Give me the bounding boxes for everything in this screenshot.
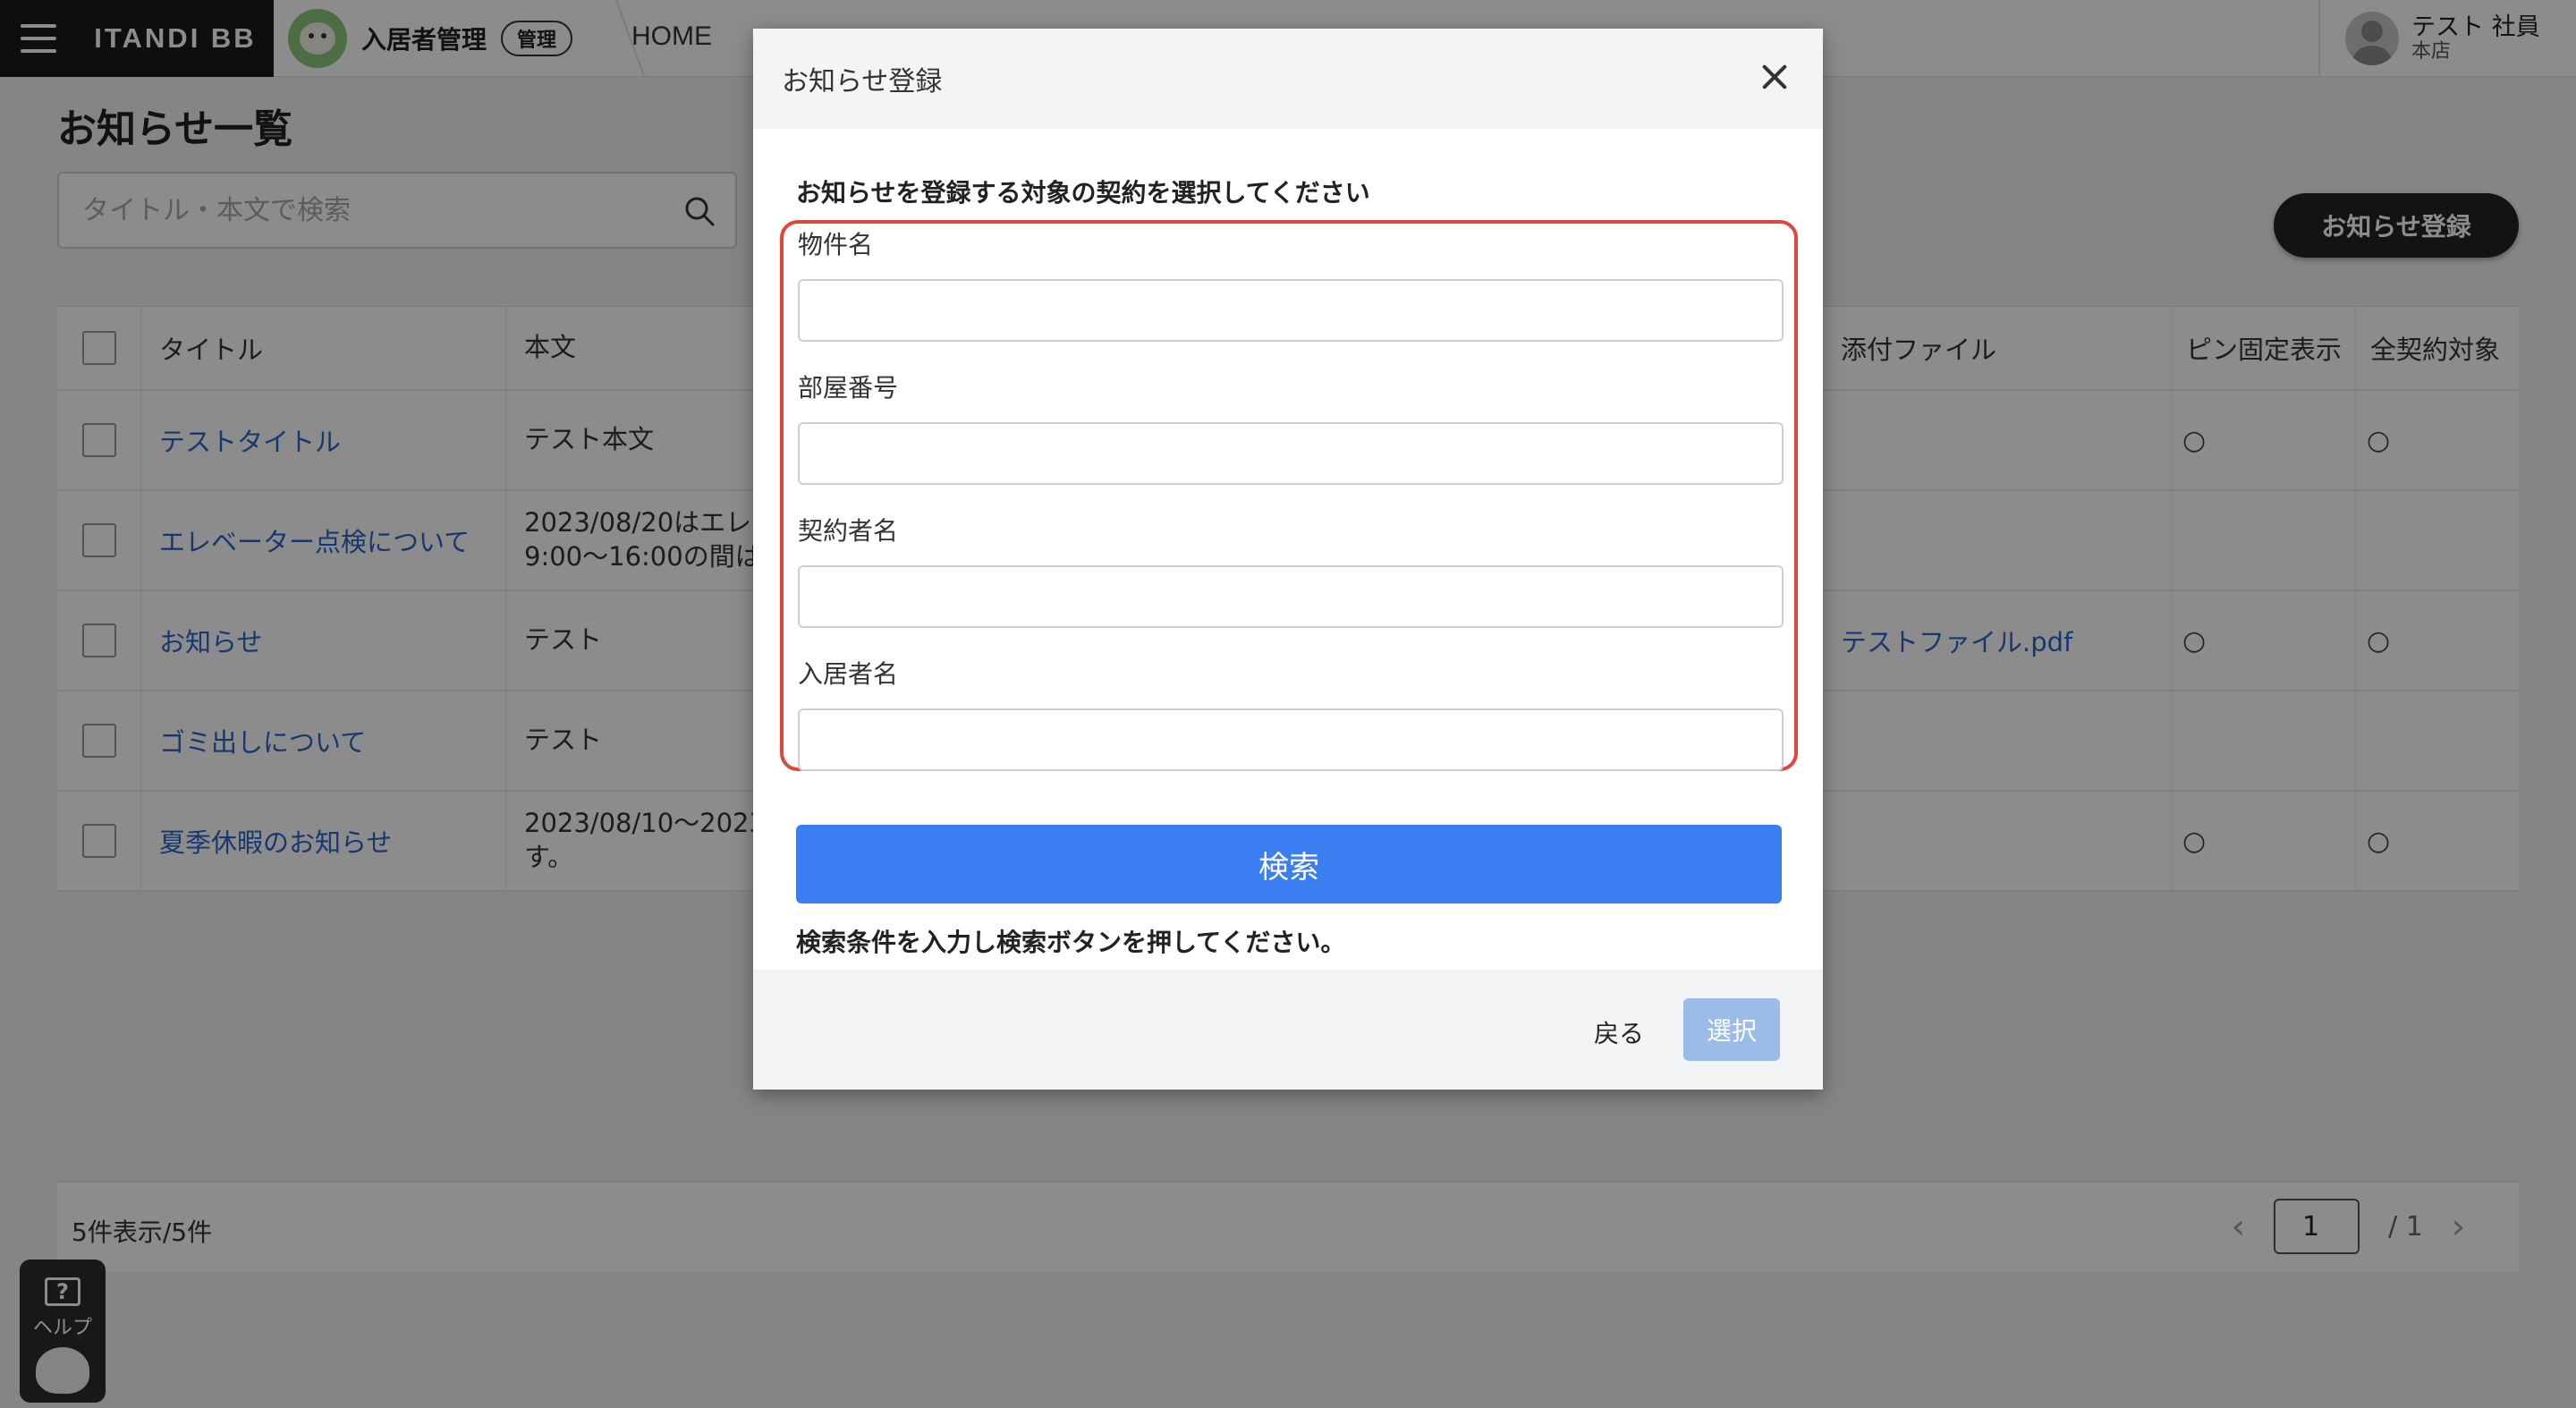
property-name-input[interactable] bbox=[798, 279, 1784, 342]
search-button[interactable]: 検索 bbox=[796, 825, 1782, 903]
search-conditions-highlight: 物件名 部屋番号 契約者名 入居者名 bbox=[780, 220, 1798, 771]
modal-title: お知らせ登録 bbox=[782, 66, 943, 98]
resident-name-field-group: 入居者名 bbox=[798, 655, 1784, 771]
notice-register-modal: お知らせ登録 お知らせを登録する対象の契約を選択してください 物件名 部屋番号 … bbox=[753, 29, 1823, 1090]
contractor-name-input[interactable] bbox=[798, 565, 1784, 628]
property-name-label: 物件名 bbox=[798, 230, 874, 259]
modal-footer: 戻る 選択 bbox=[753, 970, 1823, 1090]
room-number-input[interactable] bbox=[798, 422, 1784, 485]
room-number-label: 部屋番号 bbox=[798, 373, 899, 403]
property-name-field-group: 物件名 bbox=[798, 225, 1784, 342]
close-icon[interactable] bbox=[1757, 59, 1792, 95]
room-number-field-group: 部屋番号 bbox=[798, 369, 1784, 485]
resident-name-label: 入居者名 bbox=[798, 659, 899, 689]
select-button[interactable]: 選択 bbox=[1683, 998, 1780, 1061]
modal-header: お知らせ登録 bbox=[753, 29, 1823, 129]
resident-name-input[interactable] bbox=[798, 708, 1784, 771]
contractor-name-field-group: 契約者名 bbox=[798, 512, 1784, 628]
search-hint: 検索条件を入力し検索ボタンを押してください。 bbox=[796, 928, 1346, 957]
back-button[interactable]: 戻る bbox=[1594, 1014, 1644, 1050]
modal-instruction: お知らせを登録する対象の契約を選択してください bbox=[796, 178, 1370, 208]
contractor-name-label: 契約者名 bbox=[798, 516, 899, 546]
